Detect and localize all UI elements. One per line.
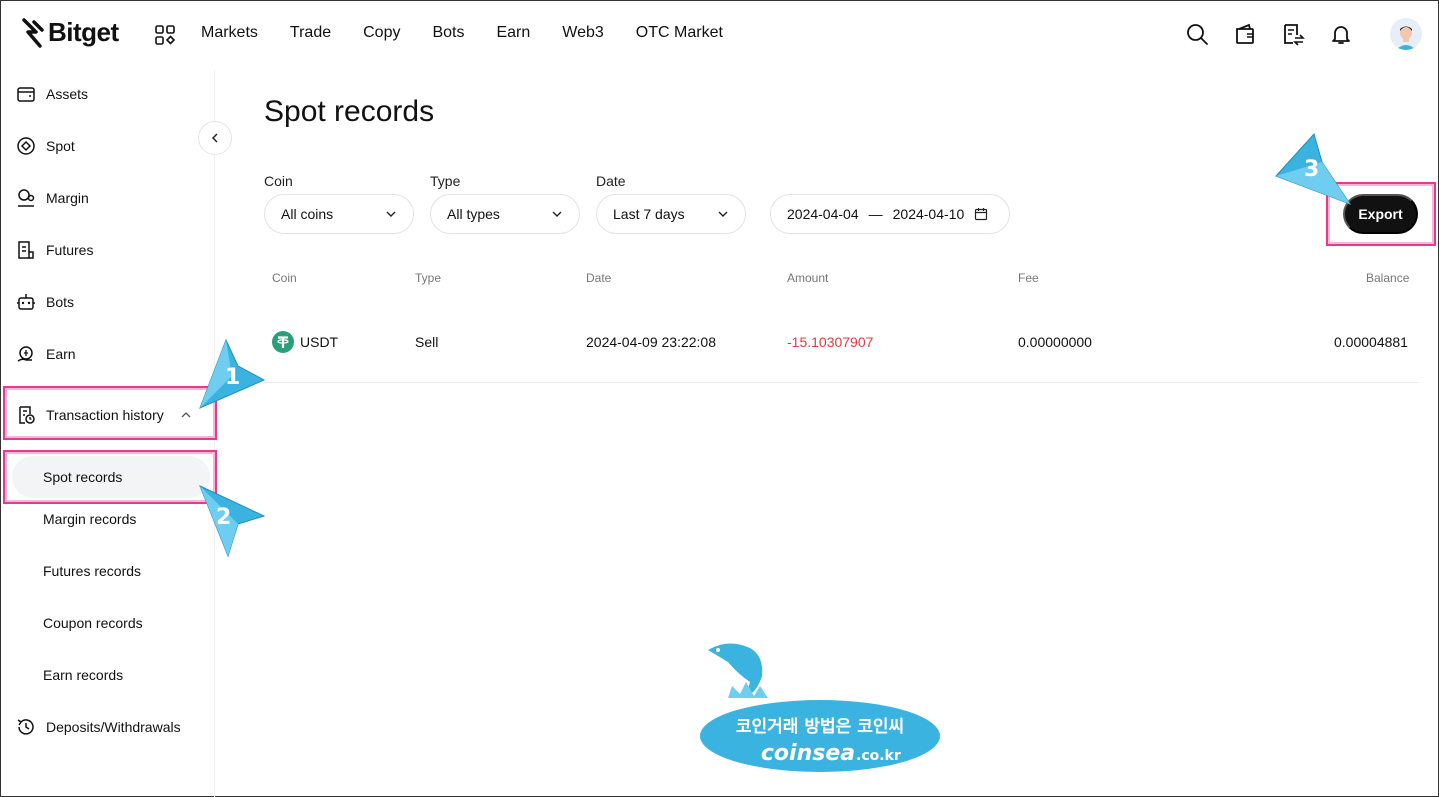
cell-balance: 0.00004881 — [1334, 334, 1408, 350]
step-2-label: 2 — [216, 505, 231, 530]
step-1-arrow-icon: 1 — [199, 338, 266, 409]
sidebar-item-margin[interactable]: Margin — [16, 186, 89, 210]
type-select[interactable]: All types — [430, 194, 580, 234]
type-filter-label: Type — [430, 173, 461, 189]
nav-web3[interactable]: Web3 — [562, 24, 604, 42]
step-2-arrow-icon: 2 — [199, 485, 266, 558]
bell-icon[interactable] — [1329, 22, 1353, 46]
nav-markets[interactable]: Markets — [201, 24, 258, 42]
bitget-logo[interactable]: Bitget — [22, 17, 119, 48]
user-avatar[interactable] — [1390, 18, 1422, 50]
chevron-down-icon — [386, 211, 396, 217]
avatar-icon — [1390, 18, 1422, 50]
highlight-transaction-history — [3, 386, 217, 440]
sidebar-collapse-button[interactable] — [198, 121, 232, 155]
sidebar-item-futures[interactable]: Futures — [16, 238, 93, 262]
watermark-line-2: coinsea — [761, 741, 855, 766]
step-1-label: 1 — [225, 365, 240, 390]
calendar-icon[interactable] — [974, 207, 988, 221]
cell-date: 2024-04-09 23:22:08 — [586, 334, 716, 350]
bot-icon — [17, 294, 35, 310]
nav-earn[interactable]: Earn — [496, 24, 530, 42]
sidebar-item-bots[interactable]: Bots — [16, 290, 74, 314]
sidebar-item-label: Deposits/Withdrawals — [46, 719, 181, 735]
date-separator: — — [868, 206, 883, 222]
wallet-icon — [17, 87, 35, 102]
highlight-spot-records — [3, 450, 217, 504]
watermark-line-1: 코인거래 방법은 코인씨 — [736, 717, 904, 737]
cell-coin: USDT — [300, 334, 339, 350]
sidebar-item-label: Futures — [46, 242, 94, 258]
sidebar-item-label: Spot — [46, 138, 75, 154]
watermark-line-2-suffix: .co.kr — [856, 748, 901, 764]
futures-icon — [18, 241, 34, 259]
chevron-down-icon — [552, 211, 562, 217]
type-select-value: All types — [447, 206, 500, 222]
date-filter-label: Date — [596, 173, 626, 189]
nav-copy[interactable]: Copy — [363, 24, 400, 42]
date-end: 2024-04-10 — [892, 206, 965, 222]
date-select[interactable]: Last 7 days — [596, 194, 746, 234]
nav-trade[interactable]: Trade — [290, 24, 331, 42]
coin-filter-label: Coin — [264, 173, 293, 189]
chevron-left-icon — [211, 133, 218, 143]
chevron-down-icon — [718, 211, 728, 217]
column-header-amount: Amount — [787, 271, 829, 285]
date-range-picker[interactable]: 2024-04-04 — 2024-04-10 — [770, 194, 1010, 234]
coin-select-value: All coins — [281, 206, 334, 222]
column-header-coin: Coin — [272, 271, 297, 285]
cell-amount: -15.10307907 — [787, 334, 874, 350]
sidebar-item-label: Margin — [46, 190, 89, 206]
column-header-type: Type — [415, 271, 442, 285]
orders-icon[interactable] — [1281, 22, 1305, 46]
column-header-balance: Balance — [1366, 271, 1410, 285]
earn-icon — [17, 346, 33, 362]
sidebar-item-earn[interactable]: Earn — [16, 342, 76, 366]
nav-otc-market[interactable]: OTC Market — [636, 24, 723, 42]
usdt-coin-icon — [272, 331, 294, 353]
coin-select[interactable]: All coins — [264, 194, 414, 234]
brand-name: Bitget — [48, 17, 119, 47]
coinsea-watermark-logo: 코인거래 방법은 코인씨 coinsea .co.kr — [700, 643, 940, 772]
bitget-logo-icon — [22, 17, 44, 48]
column-header-fee: Fee — [1018, 271, 1039, 285]
sub-item-futures-records[interactable]: Futures records — [43, 563, 141, 579]
sidebar-item-spot[interactable]: Spot — [16, 134, 75, 158]
sub-item-earn-records[interactable]: Earn records — [43, 667, 123, 683]
date-start: 2024-04-04 — [787, 206, 859, 222]
sidebar-item-deposits-withdrawals[interactable]: Deposits/Withdrawals — [16, 715, 181, 739]
top-nav: Bitget Markets Trade Copy Bots Earn Web3… — [0, 0, 1439, 70]
step-3-label: 3 — [1304, 157, 1319, 182]
sidebar-item-label: Bots — [46, 294, 75, 310]
margin-icon — [18, 189, 35, 207]
date-select-value: Last 7 days — [613, 206, 685, 222]
sub-item-coupon-records[interactable]: Coupon records — [43, 615, 143, 631]
row-divider — [264, 382, 1419, 383]
history-icon — [17, 719, 34, 735]
sidebar-item-label: Assets — [46, 86, 89, 102]
cell-type: Sell — [415, 334, 439, 350]
search-icon[interactable] — [1185, 22, 1209, 46]
sidebar-item-assets[interactable]: Assets — [16, 82, 88, 106]
nav-bots[interactable]: Bots — [432, 24, 464, 42]
column-header-date: Date — [586, 271, 612, 285]
page-title: Spot records — [264, 95, 435, 128]
sub-item-margin-records[interactable]: Margin records — [43, 511, 136, 527]
sidebar-item-label: Earn — [46, 346, 76, 362]
wallet-icon[interactable] — [1233, 22, 1257, 46]
step-3-arrow-icon: 3 — [1275, 132, 1352, 206]
apps-grid-icon[interactable] — [155, 25, 175, 45]
spot-icon — [17, 137, 35, 155]
cell-fee: 0.00000000 — [1018, 334, 1092, 350]
